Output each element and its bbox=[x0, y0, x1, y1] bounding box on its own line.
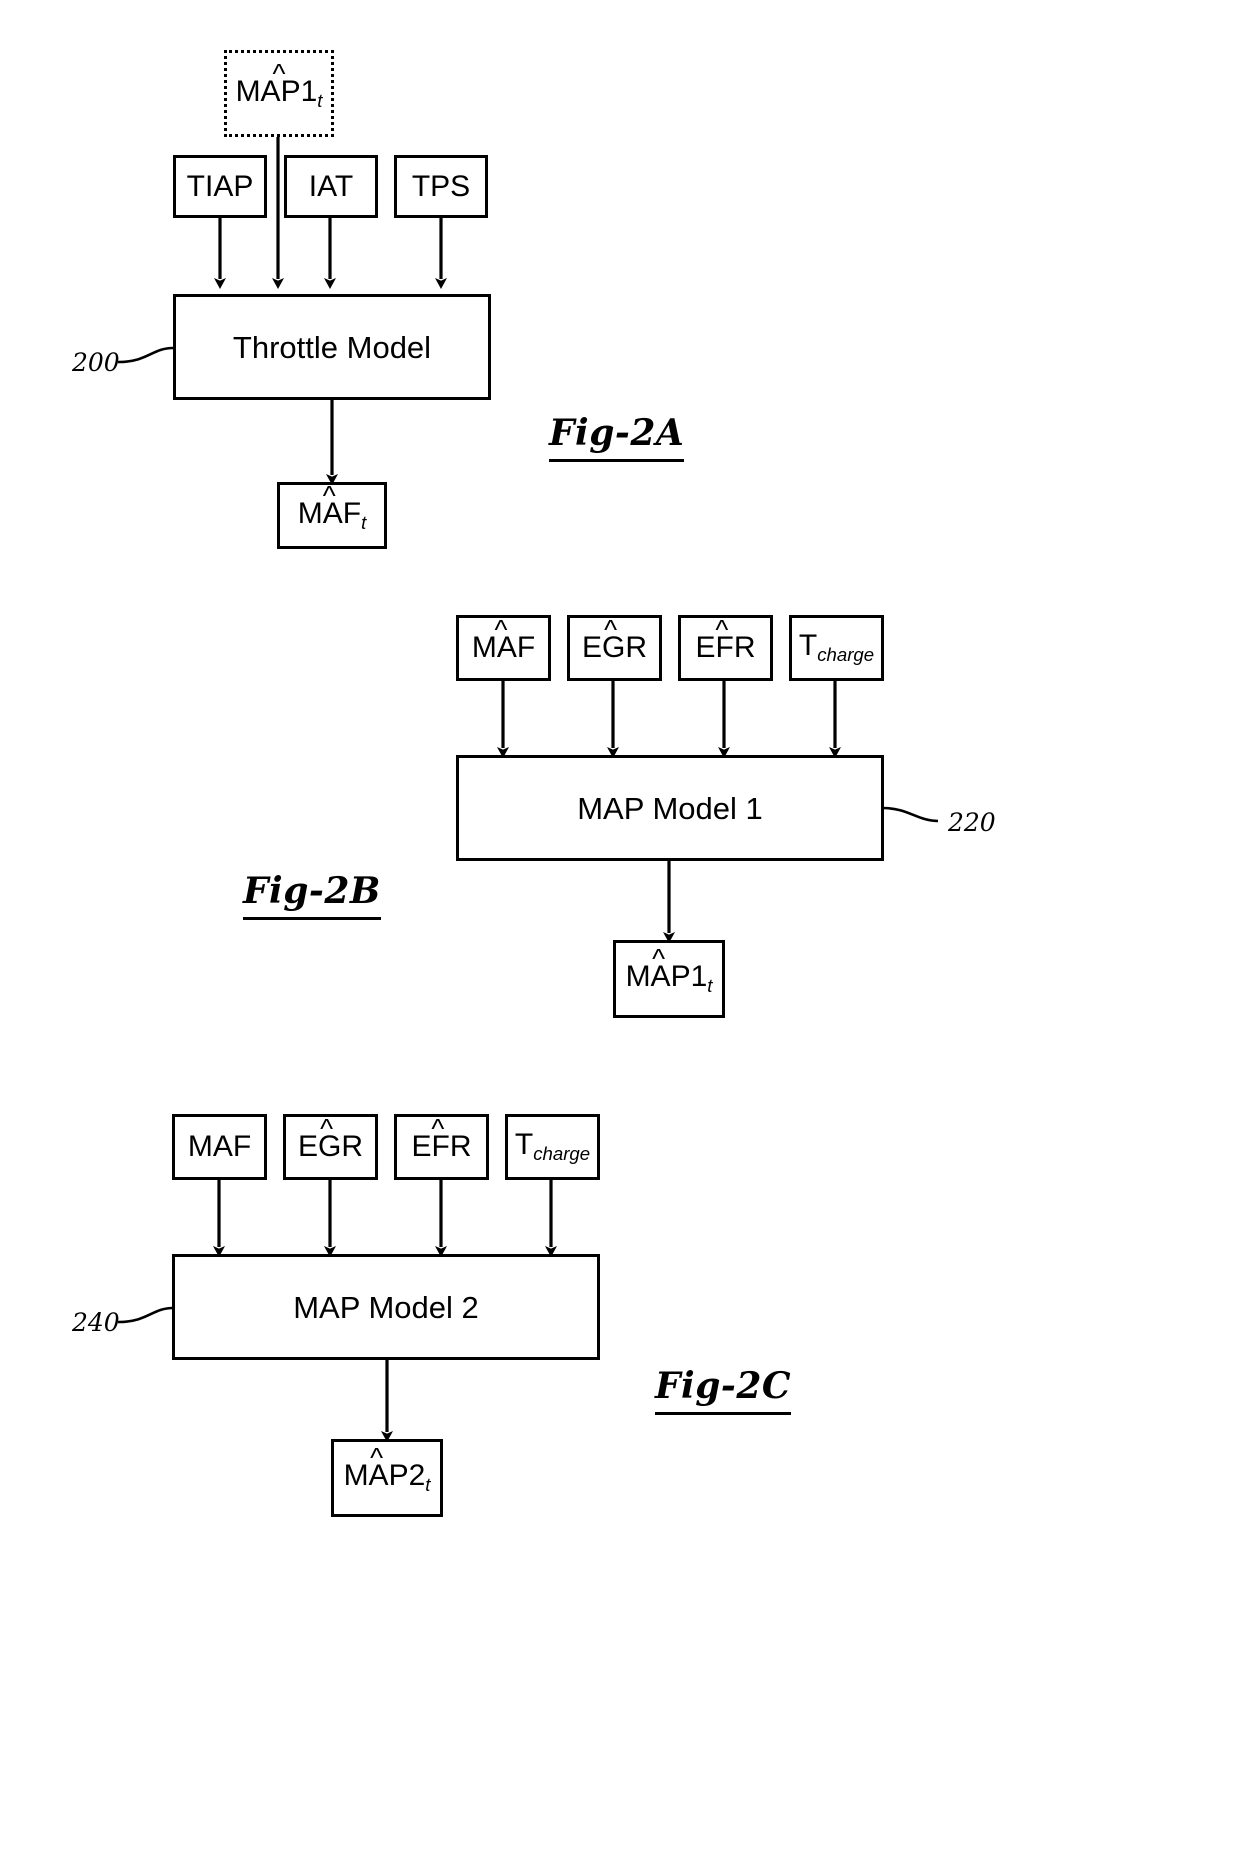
map1t-out-hat-label: ^ MAP1t bbox=[625, 945, 713, 997]
circumflex-icon: ^ bbox=[431, 1112, 445, 1144]
fig2c-input-egr: ^ EGR bbox=[283, 1114, 378, 1180]
fig2b-map-model-1-box: MAP Model 1 bbox=[456, 755, 884, 861]
tcharge-subscript: charge bbox=[817, 644, 875, 666]
fig2b-input-egr: ^ EGR bbox=[567, 615, 662, 681]
fig2b-input-maf: ^ MAF bbox=[456, 615, 551, 681]
tcharge-subscript-2: charge bbox=[533, 1143, 591, 1165]
map2t-base: MAP2 bbox=[343, 1459, 426, 1493]
tcharge-label: Tcharge bbox=[799, 631, 874, 665]
map1t-out-base: MAP1 bbox=[625, 960, 708, 994]
egr-hat-label-2: ^ EGR bbox=[298, 1115, 363, 1162]
circumflex-icon: ^ bbox=[320, 1112, 334, 1144]
map2t-hat-label: ^ MAP2t bbox=[343, 1444, 431, 1496]
efr-hat-label-2: ^ EFR bbox=[412, 1115, 472, 1162]
fig2c-ref-numeral: 240 bbox=[72, 1308, 120, 1337]
tps-label: TPS bbox=[411, 169, 471, 203]
maft-subscript: t bbox=[361, 511, 367, 533]
fig2c-input-maf: MAF bbox=[172, 1114, 267, 1180]
tcharge-base: T bbox=[798, 629, 818, 663]
fig2c-output-map2t-box: ^ MAP2t bbox=[331, 1439, 443, 1517]
circumflex-icon: ^ bbox=[322, 479, 336, 511]
throttle-model-label: Throttle Model bbox=[232, 329, 432, 365]
diagram-connectors bbox=[117, 137, 939, 1442]
fig2b-ref-numeral: 220 bbox=[948, 808, 996, 837]
circumflex-icon: ^ bbox=[715, 613, 729, 645]
fig2a-throttle-model-box: Throttle Model bbox=[173, 294, 491, 400]
maf-hat-label: ^ MAF bbox=[472, 616, 535, 663]
map1t-hat-label: ^ MAP1t bbox=[236, 60, 323, 111]
map-model-1-label: MAP Model 1 bbox=[577, 790, 763, 826]
fig2a-input-iat: IAT bbox=[284, 155, 378, 218]
fig2b-input-tcharge: Tcharge bbox=[789, 615, 884, 681]
fig2b-caption: Fig-2B bbox=[243, 870, 381, 920]
efr-hat-label: ^ EFR bbox=[696, 616, 756, 663]
fig2c-input-tcharge: Tcharge bbox=[505, 1114, 600, 1180]
egr-hat-label: ^ EGR bbox=[582, 616, 647, 663]
tiap-label: TIAP bbox=[186, 169, 254, 203]
map1t-out-subscript: t bbox=[707, 975, 713, 997]
maft-hat-label: ^ MAFt bbox=[298, 482, 367, 533]
map1t-subscript: t bbox=[317, 89, 323, 111]
fig2c-input-efr: ^ EFR bbox=[394, 1114, 489, 1180]
fig2a-caption: Fig-2A bbox=[549, 412, 685, 462]
fig2a-input-tps: TPS bbox=[394, 155, 488, 218]
fig2c-caption: Fig-2C bbox=[655, 1365, 792, 1415]
fig2b-output-map1t-box: ^ MAP1t bbox=[613, 940, 725, 1018]
map-model-2-label: MAP Model 2 bbox=[293, 1289, 479, 1325]
tcharge-base-2: T bbox=[514, 1128, 534, 1162]
circumflex-icon: ^ bbox=[604, 613, 618, 645]
map2t-subscript: t bbox=[425, 1474, 431, 1496]
fig2a-output-maft-box: ^ MAFt bbox=[277, 482, 387, 549]
fig2b-input-efr: ^ EFR bbox=[678, 615, 773, 681]
circumflex-icon: ^ bbox=[494, 613, 508, 645]
circumflex-icon: ^ bbox=[272, 57, 286, 89]
fig2a-ref-numeral: 200 bbox=[72, 348, 120, 377]
fig2a-input-tiap: TIAP bbox=[173, 155, 267, 218]
tcharge-label-2: Tcharge bbox=[515, 1130, 590, 1164]
circumflex-icon: ^ bbox=[652, 943, 666, 975]
fig2a-feedback-map1t-box: ^ MAP1t bbox=[224, 50, 334, 137]
iat-label: IAT bbox=[308, 169, 354, 203]
fig2c-map-model-2-box: MAP Model 2 bbox=[172, 1254, 600, 1360]
circumflex-icon: ^ bbox=[370, 1442, 384, 1474]
maf-plain-label: MAF bbox=[187, 1130, 252, 1163]
